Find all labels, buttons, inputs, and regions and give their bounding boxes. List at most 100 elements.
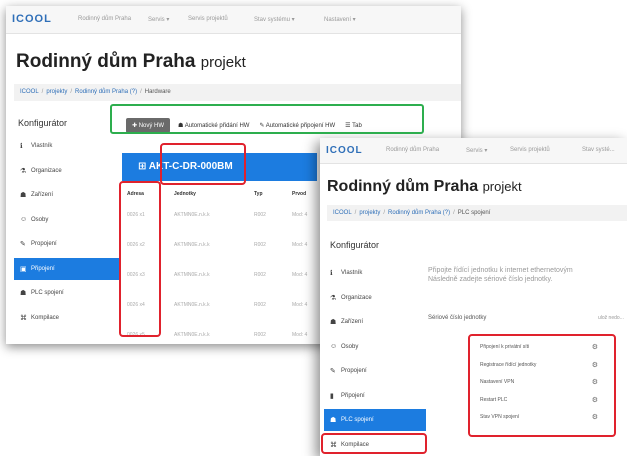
plc-menu-item[interactable]: Stav VPN spojení ⚙ — [480, 411, 598, 423]
breadcrumb-project[interactable]: Rodinný dům Praha (?) — [388, 210, 450, 216]
breadcrumb-current: Hardware — [144, 89, 171, 95]
hardware-toolbar: ✚ Nový HW ☗ Automatické přidání HW ✎ Aut… — [126, 116, 372, 134]
table-header[interactable]: Jednotky — [174, 191, 196, 197]
sidebar-item-label: Propojení — [31, 241, 57, 247]
table-cell: Mod: 4 — [292, 242, 308, 248]
nav-stav-systemu[interactable]: Stav systému ▾ — [254, 16, 295, 23]
nav-servis-projektu[interactable]: Servis projektů — [510, 147, 550, 153]
table-cell: R002 — [254, 272, 266, 278]
sidebar-item-label: Kompilace — [31, 314, 60, 321]
app-logo[interactable]: ICOOL — [12, 13, 52, 25]
info-icon: ℹ — [20, 143, 23, 150]
sidebar-item-připojení[interactable]: ▮ Připojení — [324, 385, 426, 407]
sidebar-item-propojení[interactable]: ✎ Propojení — [324, 360, 426, 382]
table-cell[interactable]: 0026 x5 — [127, 332, 145, 338]
configurator-heading: Konfigurátor — [330, 240, 380, 250]
plc-menu-item[interactable]: Nastavení VPN ⚙ — [480, 376, 598, 388]
plc-icon: ☗ — [330, 417, 337, 424]
nav-project[interactable]: Rodinný dům Praha — [78, 16, 131, 22]
sidebar-item-label: Připojení — [31, 265, 55, 272]
nav-servis[interactable]: Servis ▾ — [148, 16, 169, 23]
breadcrumb-projects[interactable]: projekty — [359, 210, 380, 216]
table-cell[interactable]: 0026 x3 — [127, 272, 145, 278]
sidebar-item-label: Osoby — [31, 216, 49, 223]
breadcrumb-projects[interactable]: projekty — [46, 89, 67, 95]
sidebar-item-plc-spojení[interactable]: ☗ PLC spojení — [14, 282, 120, 304]
auto-connect-hw-button[interactable]: ✎ Automatické připojení HW — [259, 122, 335, 129]
nav-project[interactable]: Rodinný dům Praha — [386, 147, 439, 153]
auto-add-hw-button[interactable]: ☗ Automatické přidání HW — [178, 122, 249, 129]
people-icon: ☺ — [330, 343, 338, 350]
sidebar-item-label: Zařízení — [31, 192, 54, 198]
breadcrumb-project[interactable]: Rodinný dům Praha (?) — [75, 89, 137, 95]
sidebar-item-label: Vlastník — [341, 270, 363, 276]
sidebar-item-kompilace[interactable]: ⌘ Kompilace — [14, 307, 120, 329]
compile-icon: ⌘ — [330, 441, 337, 449]
sidebar-item-kompilace[interactable]: ⌘ Kompilace — [324, 434, 426, 456]
sidebar-item-label: Vlastník — [31, 143, 53, 149]
breadcrumb-home[interactable]: ICOOL — [20, 89, 39, 95]
organization-icon: ⚗ — [20, 167, 27, 175]
plc-menu-item[interactable]: Restart PLC ⚙ — [480, 394, 598, 406]
sidebar-item-label: Zařízení — [341, 319, 364, 325]
sidebar-item-osoby[interactable]: ☺ Osoby — [324, 336, 426, 358]
people-icon: ☺ — [20, 216, 28, 223]
table-cell[interactable]: 0026 x4 — [127, 302, 145, 308]
table-cell: AKTMN0E.n.k.k — [174, 272, 210, 278]
table-cell: R002 — [254, 212, 266, 218]
plc-menu-item[interactable]: Registrace řídící jednotky ⚙ — [480, 359, 598, 371]
sidebar-item-připojení[interactable]: ▣ Připojení — [14, 257, 120, 280]
sidebar-item-propojení[interactable]: ✎ Propojení — [14, 233, 120, 255]
sidebar-item-organizace[interactable]: ⚗ Organizace — [324, 287, 426, 309]
gear-icon[interactable]: ⚙ — [592, 413, 598, 421]
device-header[interactable]: ⊞ AKT-C-DR-000BM — [122, 153, 317, 181]
table-cell: AKTMN0E.n.k.k — [174, 212, 210, 218]
table-cell: Mod: 4 — [292, 332, 308, 338]
nav-nastaveni[interactable]: Nastavení ▾ — [324, 16, 356, 23]
breadcrumb: ICOOL / projekty / Rodinný dům Praha (?) / PLC… — [327, 205, 627, 221]
table-view-button[interactable]: ☰ Tab — [345, 122, 362, 129]
serial-number-label: Sériové číslo jednotky — [428, 315, 487, 321]
sidebar-item-vlastník[interactable]: ℹ Vlastník — [324, 262, 426, 284]
sidebar-item-label: Organizace — [31, 167, 62, 174]
gear-icon[interactable]: ⚙ — [592, 343, 598, 351]
nav-stav-systemu[interactable]: Stav systé... — [582, 147, 615, 153]
top-navbar: ICOOL Rodinný dům Praha Servis ▾ Servis … — [320, 138, 627, 164]
devices-icon: ☗ — [330, 319, 337, 326]
table-header[interactable]: Prvod — [292, 191, 306, 197]
sidebar-item-label: Kompilace — [341, 441, 370, 448]
breadcrumb-home[interactable]: ICOOL — [333, 210, 352, 216]
wrench-icon: ✎ — [330, 368, 336, 375]
table-cell: AKTMN0E.n.k.k — [174, 332, 210, 338]
nav-servis[interactable]: Servis ▾ — [466, 147, 487, 154]
sidebar-item-organizace[interactable]: ⚗ Organizace — [14, 160, 120, 182]
table-header[interactable]: Typ — [254, 191, 263, 197]
sidebar-item-label: Organizace — [341, 294, 372, 301]
table-header[interactable]: Adresa — [127, 191, 144, 197]
plc-menu-item[interactable]: Připojení k privátní síti ⚙ — [480, 341, 598, 353]
sidebar-item-label: PLC spojení — [31, 290, 64, 296]
new-hw-button[interactable]: ✚ Nový HW — [126, 117, 171, 133]
plc-window: ICOOL Rodinný dům Praha Servis ▾ Servis … — [320, 138, 627, 456]
sidebar-item-plc-spojení[interactable]: ☗ PLC spojení — [324, 409, 426, 431]
sidebar-item-zařízení[interactable]: ☗ Zařízení — [324, 311, 426, 333]
gear-icon[interactable]: ⚙ — [592, 361, 598, 369]
breadcrumb: ICOOL / projekty / Rodinný dům Praha (?) / Har… — [14, 84, 461, 101]
table-cell: Mod: 4 — [292, 302, 308, 308]
sidebar-item-osoby[interactable]: ☺ Osoby — [14, 209, 120, 231]
app-logo[interactable]: ICOOL — [326, 145, 363, 156]
table-cell: Mod: 4 — [292, 212, 308, 218]
serial-number-field[interactable]: ulož nedo... — [598, 315, 624, 321]
connect-icon: ▣ — [20, 265, 27, 273]
plc-menu-item-label: Restart PLC — [480, 396, 508, 403]
table-cell[interactable]: 0026 x2 — [127, 242, 145, 248]
table-cell[interactable]: 0026 x1 — [127, 212, 145, 218]
nav-servis-projektu[interactable]: Servis projektů — [188, 16, 228, 22]
table-cell: R002 — [254, 242, 266, 248]
sidebar-item-vlastník[interactable]: ℹ Vlastník — [14, 135, 120, 157]
gear-icon[interactable]: ⚙ — [592, 378, 598, 386]
sidebar-item-zařízení[interactable]: ☗ Zařízení — [14, 184, 120, 206]
plc-instructions: Připojte řídící jednotku k internet ethe… — [428, 267, 573, 283]
plc-icon: ☗ — [20, 290, 27, 297]
gear-icon[interactable]: ⚙ — [592, 396, 598, 404]
